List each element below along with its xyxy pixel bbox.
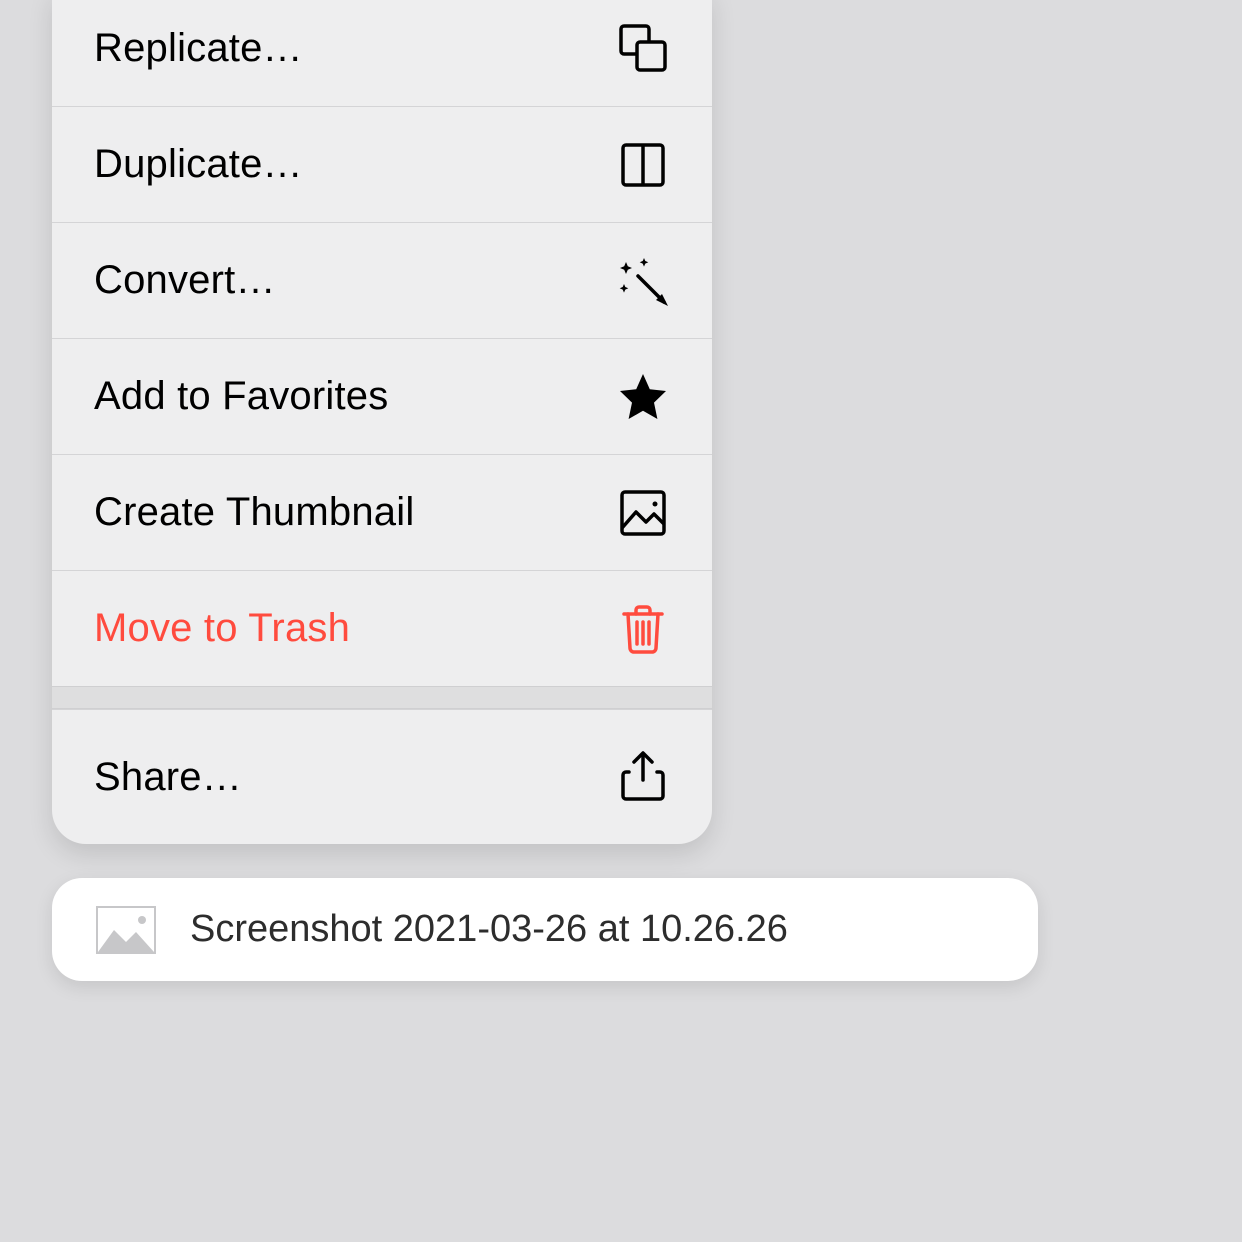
context-menu: Replicate… Duplicate… Convert…	[52, 0, 712, 844]
menu-item-convert[interactable]: Convert…	[52, 222, 712, 338]
menu-item-label: Share…	[94, 755, 242, 800]
menu-item-replicate[interactable]: Replicate…	[52, 0, 712, 106]
trash-icon	[616, 602, 670, 656]
menu-item-label: Replicate…	[94, 26, 303, 71]
menu-item-label: Add to Favorites	[94, 374, 388, 419]
menu-item-label: Duplicate…	[94, 142, 303, 187]
menu-item-share[interactable]: Share…	[52, 709, 712, 844]
image-thumb-icon	[96, 906, 156, 954]
menu-item-add-favorites[interactable]: Add to Favorites	[52, 338, 712, 454]
menu-separator	[52, 686, 712, 709]
menu-item-label: Convert…	[94, 258, 276, 303]
star-icon	[616, 370, 670, 424]
duplicate-icon	[616, 138, 670, 192]
menu-item-duplicate[interactable]: Duplicate…	[52, 106, 712, 222]
file-preview-pill[interactable]: Screenshot 2021-03-26 at 10.26.26	[52, 878, 1038, 981]
share-icon	[616, 750, 670, 804]
menu-item-create-thumbnail[interactable]: Create Thumbnail	[52, 454, 712, 570]
create-thumbnail-icon	[616, 486, 670, 540]
menu-item-label: Move to Trash	[94, 606, 350, 651]
menu-item-label: Create Thumbnail	[94, 490, 414, 535]
file-name: Screenshot 2021-03-26 at 10.26.26	[190, 908, 788, 951]
menu-item-move-to-trash[interactable]: Move to Trash	[52, 570, 712, 686]
replicate-icon	[616, 21, 670, 75]
convert-icon	[616, 254, 670, 308]
